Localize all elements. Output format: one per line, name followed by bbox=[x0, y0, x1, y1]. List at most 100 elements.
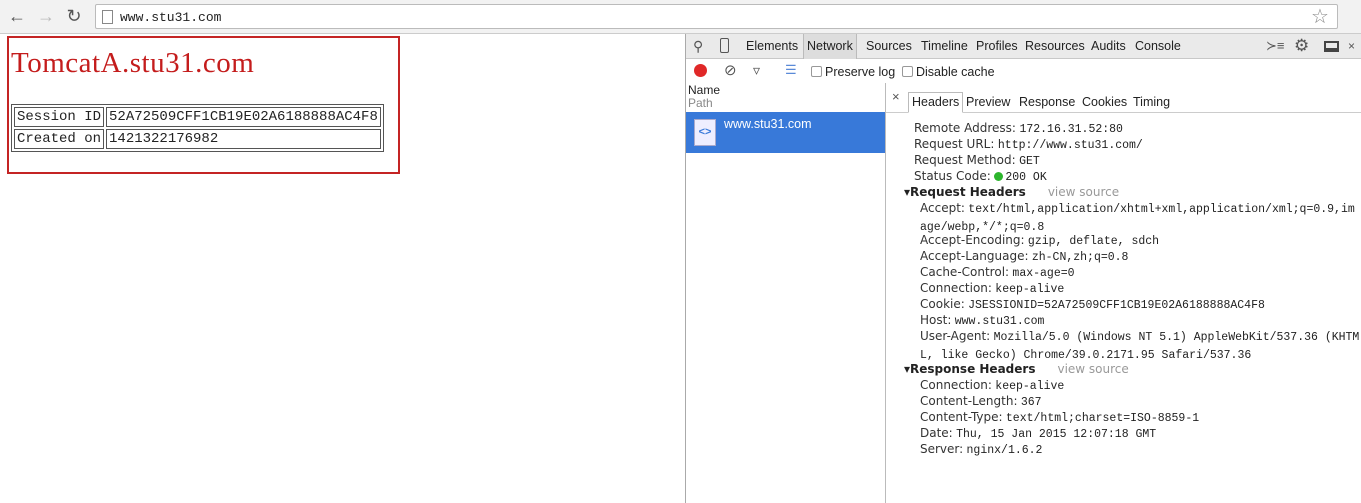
header-value: text/html,application/xhtml+xml,applicat… bbox=[920, 203, 1355, 234]
key: Status Code: bbox=[914, 169, 991, 183]
header-value: keep-alive bbox=[995, 283, 1065, 296]
header-key: Cache-Control: bbox=[920, 265, 1010, 279]
request-row[interactable]: <> www.stu31.com bbox=[686, 112, 885, 153]
tab-audits[interactable]: Audits bbox=[1091, 39, 1126, 53]
document-icon: <> bbox=[694, 119, 716, 146]
table-row: Created on 1421322176982 bbox=[14, 129, 381, 149]
row-label: Session ID bbox=[14, 107, 105, 127]
request-headers-section[interactable]: ▾Request Headers view source bbox=[904, 184, 1119, 200]
back-button[interactable]: ← bbox=[6, 5, 28, 27]
header-key: Connection: bbox=[920, 281, 992, 295]
disable-cache-label: Disable cache bbox=[916, 65, 995, 79]
request-detail: × Headers Preview Response Cookies Timin… bbox=[886, 83, 1361, 503]
close-icon[interactable]: × bbox=[1348, 39, 1355, 53]
section-title: Request Headers bbox=[910, 185, 1026, 199]
key: Request URL: bbox=[914, 137, 995, 151]
value: 200 OK bbox=[1005, 171, 1047, 184]
dock-icon[interactable] bbox=[1324, 41, 1339, 52]
drawer-icon[interactable]: ≻≡ bbox=[1266, 38, 1284, 54]
view-source-link[interactable]: view source bbox=[1057, 362, 1128, 376]
url-text: www.stu31.com bbox=[120, 10, 222, 25]
key: Request Method: bbox=[914, 153, 1016, 167]
preserve-log-label: Preserve log bbox=[825, 65, 896, 79]
device-mode-icon[interactable] bbox=[720, 38, 729, 53]
header-key: Content-Type: bbox=[920, 410, 1003, 424]
clear-icon[interactable]: ⊘ bbox=[724, 61, 737, 79]
row-label: Created on bbox=[14, 129, 105, 149]
list-header[interactable]: Name Path bbox=[686, 83, 885, 113]
tab-timing[interactable]: Timing bbox=[1133, 95, 1170, 109]
header-value: keep-alive bbox=[995, 380, 1065, 393]
row-value: 1421322176982 bbox=[106, 129, 381, 149]
session-table: Session ID 52A72509CFF1CB19E02A6188888AC4… bbox=[11, 104, 384, 152]
key: Remote Address: bbox=[914, 121, 1016, 135]
header-key: Content-Length: bbox=[920, 394, 1018, 408]
header-key: Cookie: bbox=[920, 297, 965, 311]
request-list: Name Path <> www.stu31.com bbox=[686, 83, 886, 503]
header-key: Date: bbox=[920, 426, 953, 440]
disable-cache-checkbox[interactable]: Disable cache bbox=[902, 65, 995, 79]
header-value: JSESSIONID=52A72509CFF1CB19E02A6188888AC… bbox=[968, 299, 1265, 312]
value: 172.16.31.52:80 bbox=[1019, 123, 1123, 136]
row-value: 52A72509CFF1CB19E02A6188888AC4F8 bbox=[106, 107, 381, 127]
path-column-header: Path bbox=[688, 96, 713, 110]
gear-icon[interactable]: ⚙ bbox=[1294, 36, 1309, 56]
forward-button[interactable]: → bbox=[35, 5, 57, 27]
header-row: Server: nginx/1.6.2 bbox=[920, 441, 1360, 459]
page-icon bbox=[102, 10, 113, 24]
record-icon[interactable] bbox=[694, 64, 707, 77]
header-key: Accept: bbox=[920, 201, 965, 215]
request-name: www.stu31.com bbox=[724, 117, 812, 131]
header-value: text/html;charset=ISO-8859-1 bbox=[1005, 412, 1200, 425]
header-row: User-Agent: Mozilla/5.0 (Windows NT 5.1)… bbox=[920, 328, 1360, 364]
address-bar[interactable]: www.stu31.com bbox=[95, 4, 1338, 29]
devtools-tabbar: ⚲ Elements Network Sources Timeline Prof… bbox=[686, 34, 1361, 59]
search-icon[interactable]: ⚲ bbox=[693, 38, 703, 55]
tab-elements[interactable]: Elements bbox=[746, 39, 798, 53]
header-value: nginx/1.6.2 bbox=[966, 444, 1043, 457]
page-content: TomcatA.stu31.com Session ID 52A72509CFF1… bbox=[7, 36, 400, 174]
tab-console[interactable]: Console bbox=[1135, 39, 1181, 53]
reload-button[interactable]: ↻ bbox=[63, 5, 85, 27]
tab-preview[interactable]: Preview bbox=[966, 95, 1010, 109]
header-key: Connection: bbox=[920, 378, 992, 392]
tab-cookies[interactable]: Cookies bbox=[1082, 95, 1127, 109]
header-value: Thu, 15 Jan 2015 12:07:18 GMT bbox=[956, 428, 1157, 441]
bookmark-star-icon[interactable]: ☆ bbox=[1311, 4, 1329, 29]
view-source-link[interactable]: view source bbox=[1048, 185, 1119, 199]
header-value: gzip, deflate, sdch bbox=[1027, 235, 1160, 248]
header-key: User-Agent: bbox=[920, 329, 991, 343]
tab-timeline[interactable]: Timeline bbox=[921, 39, 968, 53]
header-value: 367 bbox=[1020, 396, 1042, 409]
header-key: Server: bbox=[920, 442, 964, 456]
header-key: Accept-Language: bbox=[920, 249, 1029, 263]
devtools-panel: ⚲ Elements Network Sources Timeline Prof… bbox=[685, 34, 1361, 503]
tab-network[interactable]: Network bbox=[803, 34, 857, 59]
value: http://www.stu31.com/ bbox=[997, 139, 1143, 152]
list-view-icon[interactable]: ☰ bbox=[785, 62, 797, 78]
header-row: Accept: text/html,application/xhtml+xml,… bbox=[920, 200, 1360, 236]
tab-headers[interactable]: Headers bbox=[908, 92, 964, 113]
close-detail-icon[interactable]: × bbox=[892, 89, 900, 104]
header-value: www.stu31.com bbox=[954, 315, 1045, 328]
header-key: Host: bbox=[920, 313, 952, 327]
response-headers-section[interactable]: ▾Response Headers view source bbox=[904, 361, 1129, 377]
header-value: max-age=0 bbox=[1012, 267, 1075, 280]
detail-tabbar: × Headers Preview Response Cookies Timin… bbox=[886, 83, 1361, 113]
value: GET bbox=[1019, 155, 1040, 168]
page-title: TomcatA.stu31.com bbox=[11, 47, 255, 79]
tab-sources[interactable]: Sources bbox=[866, 39, 912, 53]
header-key: Accept-Encoding: bbox=[920, 233, 1025, 247]
section-title: Response Headers bbox=[910, 362, 1036, 376]
browser-toolbar: ← → ↻ www.stu31.com ☆ bbox=[0, 0, 1361, 34]
network-toolbar: ⊘ ▿ ☰ Preserve log Disable cache bbox=[686, 59, 1361, 83]
tab-profiles[interactable]: Profiles bbox=[976, 39, 1018, 53]
preserve-log-checkbox[interactable]: Preserve log bbox=[811, 65, 895, 79]
header-value: zh-CN,zh;q=0.8 bbox=[1031, 251, 1129, 264]
table-row: Session ID 52A72509CFF1CB19E02A6188888AC4… bbox=[14, 107, 381, 127]
status-dot-icon bbox=[994, 172, 1004, 181]
tab-resources[interactable]: Resources bbox=[1025, 39, 1085, 53]
name-column-header: Name bbox=[688, 83, 721, 97]
filter-icon[interactable]: ▿ bbox=[753, 62, 760, 79]
tab-response[interactable]: Response bbox=[1019, 95, 1075, 109]
